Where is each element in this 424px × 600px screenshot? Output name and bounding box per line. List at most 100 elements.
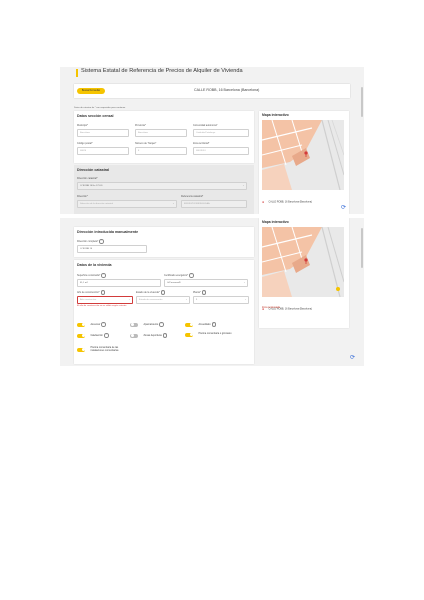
manual-address-field[interactable]: Dirección completa* i C/ ROBB 16 bbox=[77, 239, 147, 254]
cadastral-ref-label: Referencia catastral* bbox=[181, 195, 204, 198]
instalaciones-switch[interactable] bbox=[77, 347, 85, 352]
toggle-piscina[interactable]: Piscina comunitaria o gimnasio bbox=[185, 326, 250, 344]
comunidad-input[interactable]: Cataluña/Catalunya bbox=[193, 128, 249, 137]
energy-cert-field[interactable]: Certificado energético* i G/Consumo/E ⌄ bbox=[164, 273, 248, 288]
status-select[interactable]: Estado de conservación ⌄ bbox=[136, 296, 190, 305]
piscina-switch[interactable] bbox=[185, 332, 193, 337]
toggle-zonas-deportivas[interactable]: Zonas deportivas i bbox=[130, 327, 168, 345]
info-icon[interactable]: i bbox=[99, 239, 104, 244]
cadastral-ref-input[interactable]: 8826907DF3882E0001AA bbox=[181, 199, 247, 208]
manual-address-card: Dirección introducida manualmente Direcc… bbox=[74, 227, 254, 257]
cadastral-section: Dirección catastral Dirección catastral*… bbox=[74, 165, 254, 214]
chevron-down-icon[interactable]: ⌄ bbox=[185, 297, 187, 303]
piscina-label: Piscina comunitaria o gimnasio bbox=[198, 332, 232, 336]
codigo-postal-input[interactable]: 08026 bbox=[77, 146, 129, 155]
tranjes-input[interactable]: 8 bbox=[135, 146, 187, 155]
chevron-down-icon[interactable]: ⌄ bbox=[128, 297, 130, 303]
header-accent-bar bbox=[76, 69, 78, 77]
screenshot-top: Sistema Estatal de Referencia de Precios… bbox=[60, 67, 364, 214]
info-icon[interactable]: i bbox=[103, 333, 109, 339]
year-select[interactable]: Año constructivo ⌄ bbox=[77, 296, 133, 305]
zona-field[interactable]: Zona territorial* 08019051 bbox=[193, 142, 249, 155]
municipio-field[interactable]: Municipio* Barcelona bbox=[77, 124, 129, 137]
map-address-row: ● CALLE ROBB, 16 Barcelona (Barcelona) bbox=[262, 300, 312, 318]
status-label: Estado de la vivienda* i bbox=[136, 290, 190, 295]
year-field[interactable]: Año de construcción* i Año constructivo ⌄ bbox=[77, 290, 133, 305]
comunidad-label: Comunidad autónoma* bbox=[193, 124, 218, 127]
info-icon[interactable]: i bbox=[100, 290, 106, 295]
municipio-label: Municipio* bbox=[77, 124, 89, 127]
app-header: Sistema Estatal de Referencia de Precios… bbox=[60, 67, 364, 79]
census-title: Datos sección censal bbox=[77, 114, 114, 118]
info-icon[interactable]: i bbox=[162, 333, 168, 339]
cadastral-street-value: C/ ROBB 16 Es:1 Pl:01 bbox=[80, 184, 103, 187]
chevron-down-icon[interactable]: ⌄ bbox=[172, 201, 174, 207]
chevron-down-icon[interactable]: ⌄ bbox=[242, 183, 244, 189]
required-note: Datos de catastro de * son requeridos pa… bbox=[74, 107, 126, 109]
cadastral-title: Dirección catastral bbox=[77, 168, 110, 172]
toggle-instalaciones[interactable]: Piscina comunitaria de las instalaciones… bbox=[77, 341, 130, 359]
dwelling-card: Datos de la vivienda Superficie construi… bbox=[74, 260, 254, 364]
codigo-postal-field[interactable]: Código postal* 08026 bbox=[77, 142, 129, 155]
year-value: Año constructivo bbox=[80, 299, 97, 302]
manual-address-input[interactable]: C/ ROBB 16 bbox=[77, 245, 147, 254]
info-icon[interactable]: i bbox=[201, 290, 207, 295]
cadastral-dir-select[interactable]: Selección de la dirección catastral ⌄ bbox=[77, 199, 177, 208]
status-field[interactable]: Estado de la vivienda* i Estado de conser… bbox=[136, 290, 190, 305]
cadastral-dir-field[interactable]: Dirección* Selección de la dirección cat… bbox=[77, 195, 177, 208]
address-search-bar[interactable]: Buscar/Consultar CALLE ROBB, 16 Barcelon… bbox=[74, 84, 350, 98]
chevron-down-icon[interactable]: ⌄ bbox=[244, 297, 246, 303]
energy-cert-value: G/Consumo/E bbox=[167, 282, 181, 285]
recaptcha-icon[interactable]: ⟳ bbox=[341, 204, 346, 211]
info-icon[interactable]: i bbox=[160, 290, 166, 295]
page-title: Sistema Estatal de Referencia de Precios… bbox=[81, 68, 243, 74]
interactive-map[interactable] bbox=[262, 227, 344, 297]
calefaccion-switch[interactable] bbox=[77, 333, 85, 338]
info-icon[interactable]: i bbox=[189, 273, 194, 278]
zona-input[interactable]: 08019051 bbox=[193, 146, 249, 155]
floor-field[interactable]: Planta* i 1 ⌄ bbox=[193, 290, 249, 305]
provincia-input[interactable]: Barcelona bbox=[135, 128, 187, 137]
map-card: Mapa interactivo ● CALLE ROBB, 16 Barcel… bbox=[259, 111, 349, 214]
provincia-field[interactable]: Provincia* Barcelona bbox=[135, 124, 187, 137]
status-value: Estado de conservación bbox=[139, 299, 163, 302]
cadastral-street-field[interactable]: Dirección catastral* C/ ROBB 16 Es:1 Pl:… bbox=[77, 177, 247, 190]
scrollbar[interactable] bbox=[361, 228, 363, 268]
zona-label: Zona territorial* bbox=[193, 142, 210, 145]
zonas-deportivas-switch[interactable] bbox=[130, 333, 138, 338]
selected-address: CALLE ROBB, 16 Barcelona (Barcelona) bbox=[194, 88, 260, 92]
year-label: Año de construcción* i bbox=[77, 290, 133, 295]
cadastral-street-select[interactable]: C/ ROBB 16 Es:1 Pl:01 ⌄ bbox=[77, 181, 247, 190]
scrollbar[interactable] bbox=[361, 87, 363, 117]
energy-cert-select[interactable]: G/Consumo/E ⌄ bbox=[164, 279, 248, 288]
dwelling-title: Datos de la vivienda bbox=[77, 263, 112, 267]
recaptcha-icon[interactable]: ⟳ bbox=[350, 354, 355, 361]
surface-field[interactable]: Superficie construida* i 61,1 m2 bbox=[77, 273, 161, 288]
energy-cert-label: Certificado energético* i bbox=[164, 273, 248, 278]
tranjes-field[interactable]: Número de Tranjes* 8 bbox=[135, 142, 187, 155]
cadastral-street-label: Dirección catastral* bbox=[77, 177, 98, 180]
codigo-postal-label: Código postal* bbox=[77, 142, 93, 145]
ascensor-label: Ascensor bbox=[90, 323, 101, 327]
surface-input[interactable]: 61,1 m2 bbox=[77, 279, 161, 288]
manual-title: Dirección introducida manualmente bbox=[77, 230, 139, 234]
floor-value: 1 bbox=[196, 299, 198, 302]
interactive-map[interactable] bbox=[262, 120, 344, 190]
comunidad-field[interactable]: Comunidad autónoma* Cataluña/Catalunya bbox=[193, 124, 249, 137]
instalaciones-label: Piscina comunitaria de las instalaciones… bbox=[90, 345, 119, 352]
map-title: Mapa interactivo bbox=[262, 113, 289, 117]
map-graphic[interactable] bbox=[262, 227, 344, 297]
provincia-label: Provincia* bbox=[135, 124, 146, 127]
calefaccion-label: Calefacción bbox=[90, 334, 103, 338]
search-button[interactable]: Buscar/Consultar bbox=[77, 88, 105, 94]
zone-link[interactable]: Zona tensionada bbox=[262, 306, 280, 309]
location-pin-icon: ● bbox=[262, 199, 265, 204]
floor-select[interactable]: 1 ⌄ bbox=[193, 296, 249, 305]
map-address: CALLE ROBB, 16 Barcelona (Barcelona) bbox=[268, 200, 312, 204]
municipio-input[interactable]: Barcelona bbox=[77, 128, 129, 137]
map-graphic[interactable] bbox=[262, 120, 344, 190]
chevron-down-icon[interactable]: ⌄ bbox=[243, 280, 245, 286]
info-icon[interactable]: i bbox=[101, 273, 106, 278]
cadastral-ref-field[interactable]: Referencia catastral* 8826907DF3882E0001… bbox=[181, 195, 247, 208]
map-title: Mapa interactivo bbox=[262, 220, 289, 224]
